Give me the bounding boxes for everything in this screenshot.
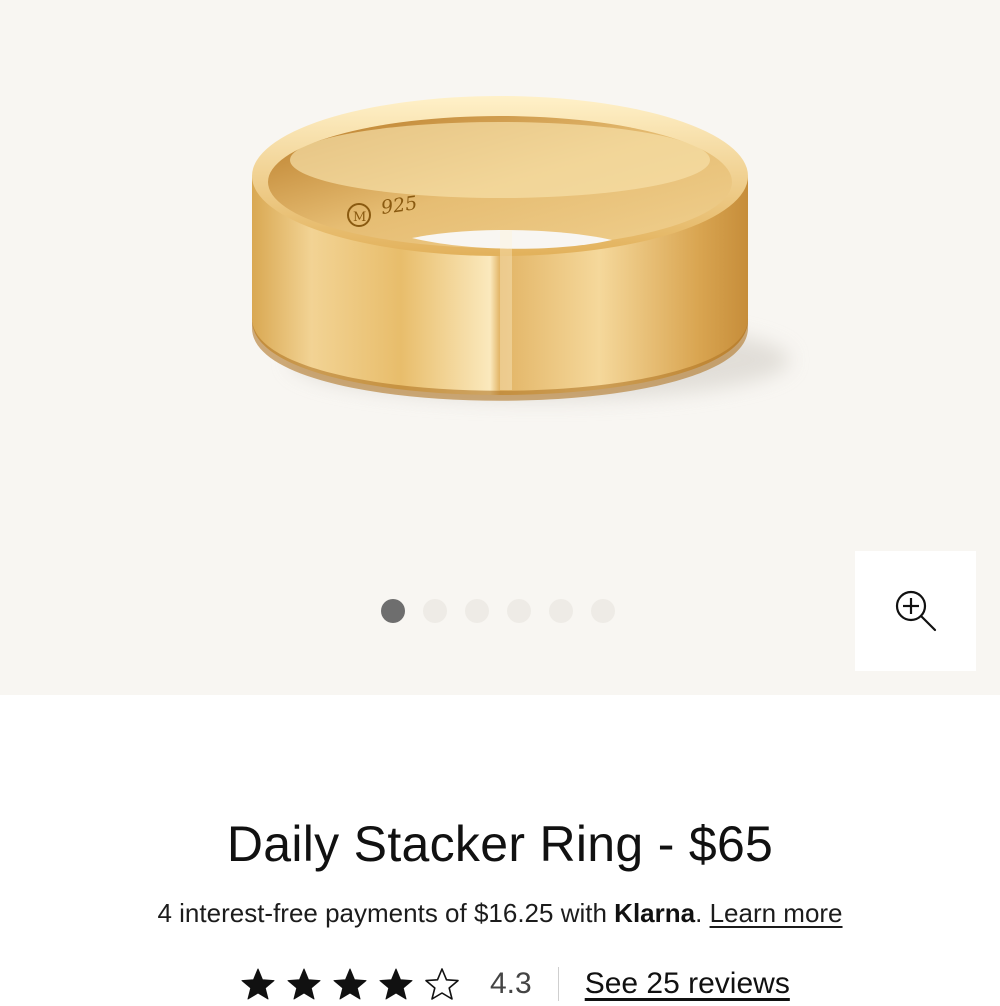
carousel-dot-3[interactable] <box>465 599 489 623</box>
star-filled-icon <box>333 968 367 1000</box>
product-image: M 925 <box>252 96 790 401</box>
zoom-button[interactable] <box>855 551 976 671</box>
see-reviews-link[interactable]: See 25 reviews <box>585 967 790 1001</box>
financing-text: 4 interest-free payments of $16.25 with <box>157 898 615 928</box>
star-filled-icon <box>241 968 275 1000</box>
financing-punctuation: . <box>695 898 703 928</box>
klarna-financing-message: 4 interest-free payments of $16.25 with … <box>0 898 1000 929</box>
carousel-dot-2[interactable] <box>423 599 447 623</box>
product-title: Daily Stacker Ring - $65 <box>226 816 774 872</box>
carousel-dot-1[interactable] <box>381 599 405 623</box>
rating-value: 4.3 <box>490 967 532 1000</box>
carousel-dot-6[interactable] <box>591 599 615 623</box>
star-filled-icon <box>379 968 413 1000</box>
carousel-dot-5[interactable] <box>549 599 573 623</box>
rating-summary: 4.3 See 25 reviews <box>240 962 790 1006</box>
klarna-logo: Klarna <box>614 898 696 928</box>
product-image-gallery[interactable]: M 925 <box>0 0 1000 695</box>
carousel-pagination <box>381 599 615 623</box>
zoom-in-icon <box>895 590 936 632</box>
rating-divider <box>557 967 559 1001</box>
learn-more-link[interactable]: Learn more <box>710 898 843 928</box>
star-empty-icon <box>425 968 459 1000</box>
svg-text:M: M <box>353 210 366 225</box>
carousel-dot-4[interactable] <box>507 599 531 623</box>
star-filled-icon <box>287 968 321 1000</box>
star-rating <box>240 967 460 1001</box>
